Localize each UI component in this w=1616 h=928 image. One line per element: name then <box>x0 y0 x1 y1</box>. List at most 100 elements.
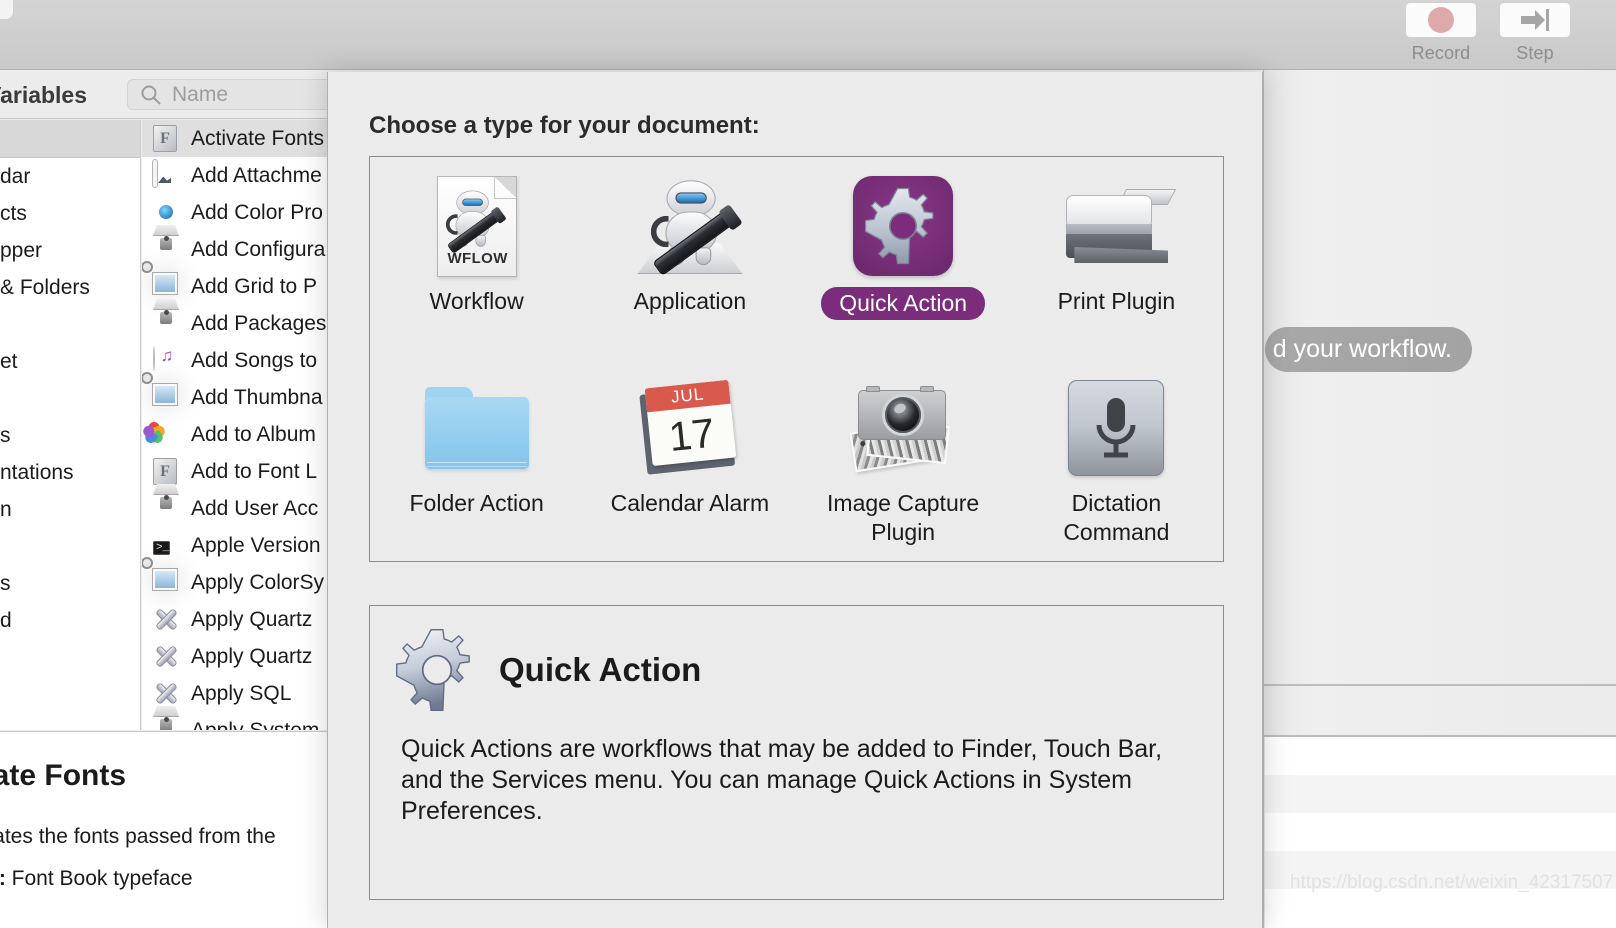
document-type-label: Application <box>633 288 747 314</box>
screen: Record Step Variables Name <box>0 0 1616 928</box>
action-description-input-value: Font Book typeface <box>11 867 193 890</box>
quartz-filter-icon <box>153 680 180 707</box>
workflow-badge-label: WFLOW <box>447 249 508 267</box>
watermark: https://blog.csdn.net/weixin_42317507 <box>1290 872 1614 893</box>
step-forward-icon <box>1521 9 1549 31</box>
workflow-document-icon: WFLOW <box>417 171 537 281</box>
document-type-image-capture-plugin[interactable]: Image Capture Plugin <box>797 359 1010 561</box>
gear-icon <box>865 187 934 265</box>
photo-grid-icon <box>142 557 180 596</box>
search-placeholder: Name <box>172 82 229 106</box>
document-type-info-panel: Quick Action Quick Actions are workflows… <box>369 605 1224 900</box>
list-item-label: Activate Fonts <box>191 126 325 150</box>
list-item-label: Add Grid to P <box>191 274 318 298</box>
quicktime-icon <box>153 199 180 226</box>
photo-mail-icon <box>152 159 180 189</box>
list-item-label: Add Attachme <box>191 163 322 187</box>
sidebar-item[interactable]: d <box>0 602 140 639</box>
log-row <box>1265 889 1616 928</box>
record-button[interactable]: Record <box>1404 2 1478 68</box>
step-button[interactable]: Step <box>1498 2 1572 68</box>
sidebar-item[interactable]: ntations <box>0 454 140 491</box>
record-button-label: Record <box>1411 43 1471 63</box>
document-type-label: Dictation Command <box>1063 490 1170 545</box>
action-description-text: ivates the fonts passed from the <box>0 825 276 848</box>
printer-icon <box>1056 171 1177 281</box>
action-description-title: vate Fonts <box>0 759 127 792</box>
sidebar-item[interactable]: cts <box>0 195 140 232</box>
log-row <box>1265 737 1616 775</box>
log-row <box>1265 813 1616 851</box>
document-type-workflow[interactable]: WFLOW Workflow <box>370 157 583 359</box>
record-circle-icon <box>1428 7 1454 33</box>
font-book-icon: F <box>153 125 180 152</box>
list-item-label: Add Configura <box>191 237 326 261</box>
document-type-calendar-alarm[interactable]: JUL 17 Calendar Alarm <box>583 359 796 561</box>
photos-app-icon <box>142 420 180 448</box>
canvas-hint-text: d your workflow. <box>1265 327 1472 372</box>
sidebar-item[interactable]: et <box>0 343 140 380</box>
step-button-label: Step <box>1516 43 1554 63</box>
calendar-icon: JUL 17 <box>630 373 750 483</box>
system-package-icon <box>153 299 180 337</box>
list-item-label: Add Thumbna <box>191 385 323 409</box>
search-icon <box>141 85 161 105</box>
list-item-label: Add to Font L <box>191 459 318 483</box>
window-titlebar: Record Step <box>0 0 1616 70</box>
document-type-grid: WFLOW Workflow Application Quick Action … <box>369 156 1224 562</box>
list-item-label: Apply System <box>191 718 320 731</box>
sidebar-column-header <box>0 120 140 158</box>
document-type-application[interactable]: Application <box>583 157 796 359</box>
action-description-input: ut: Font Book typeface <box>0 867 193 891</box>
list-item-label: Apply Quartz <box>191 607 313 631</box>
document-type-label: Quick Action <box>821 287 986 320</box>
sidebar-item[interactable]: pper <box>0 232 140 269</box>
list-item-label: Add Color Pro <box>191 200 323 224</box>
window-corner-decoration <box>0 0 14 20</box>
system-package-icon <box>153 225 180 263</box>
document-type-label: Folder Action <box>409 490 544 516</box>
list-item-label: Apple Version <box>191 533 321 557</box>
document-type-label: Print Plugin <box>1057 288 1176 314</box>
record-button-cap <box>1405 2 1477 38</box>
list-item-label: Apply Quartz <box>191 644 313 668</box>
action-description-input-label: ut: <box>0 867 6 890</box>
quartz-filter-icon <box>153 643 180 670</box>
camera-icon <box>843 373 963 483</box>
tab-variables[interactable]: Variables <box>0 82 87 109</box>
document-type-quick-action[interactable]: Quick Action <box>797 157 1010 359</box>
system-package-icon <box>153 706 180 730</box>
document-type-label: Image Capture Plugin <box>827 490 980 545</box>
step-button-cap <box>1499 2 1571 38</box>
canvas-divider <box>1263 684 1616 686</box>
sidebar-item[interactable]: n <box>0 491 140 528</box>
log-row <box>1265 775 1616 813</box>
document-type-print-plugin[interactable]: Print Plugin <box>1010 157 1223 359</box>
document-type-label: Calendar Alarm <box>610 490 770 516</box>
document-type-sheet: Choose a type for your document: WFLOW W… <box>327 72 1263 928</box>
automator-application-icon <box>630 171 750 281</box>
photo-grid-icon <box>142 261 180 300</box>
info-panel-title: Quick Action <box>499 651 702 688</box>
library-category-sidebar[interactable]: dar cts pper & Folders et s ntations n s… <box>0 120 141 730</box>
sidebar-item[interactable]: s <box>0 417 140 454</box>
sidebar-item[interactable]: dar <box>0 158 140 195</box>
list-item-label: Add Packages <box>191 311 327 335</box>
list-item-label: Apply SQL <box>191 681 292 705</box>
sidebar-item[interactable]: s <box>0 565 140 602</box>
quick-action-gear-icon <box>843 171 963 281</box>
list-item-label: Add Songs to <box>191 348 318 372</box>
itunes-music-icon <box>153 346 180 374</box>
sidebar-item[interactable]: & Folders <box>0 269 140 306</box>
document-type-dictation-command[interactable]: Dictation Command <box>1010 359 1223 561</box>
photo-grid-icon <box>142 372 180 411</box>
gear-icon <box>396 629 470 711</box>
document-type-folder-action[interactable]: Folder Action <box>370 359 583 561</box>
calendar-day-label: 17 <box>666 409 717 461</box>
list-item-label: Apply ColorSy <box>191 570 325 594</box>
page-title: Choose a type for your document: <box>369 112 760 139</box>
mic-glyph-icon <box>1096 398 1136 458</box>
microphone-icon <box>1056 373 1176 483</box>
